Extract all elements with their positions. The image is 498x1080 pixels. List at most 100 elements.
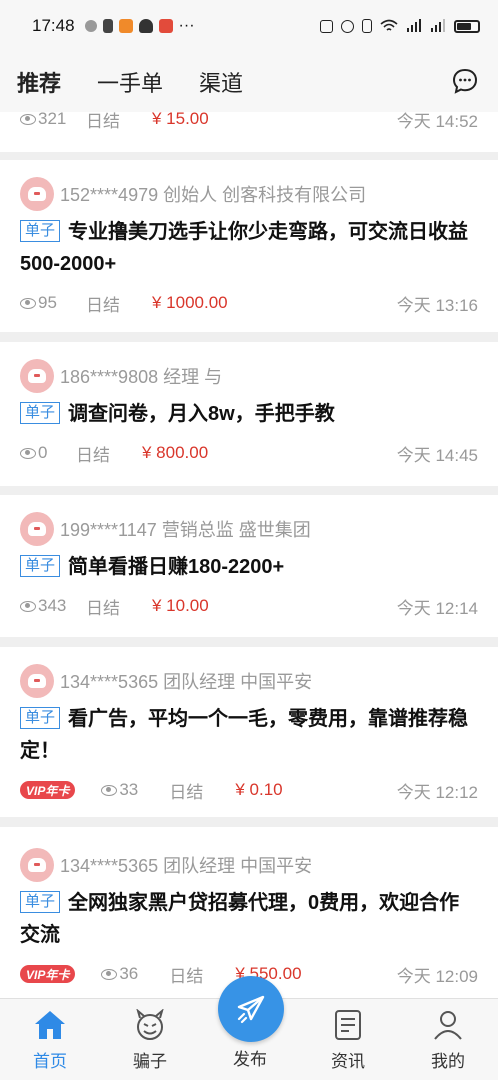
settle-type: 日结 xyxy=(76,445,110,465)
profile-icon xyxy=(434,1011,462,1040)
news-icon xyxy=(335,1010,361,1040)
price: ¥ 10.00 xyxy=(152,596,209,615)
devil-icon xyxy=(136,1009,164,1040)
nav-scammer[interactable]: 骗子 xyxy=(110,1009,190,1072)
post-author-row: 199****1147 营销总监 盛世集团 xyxy=(20,512,478,546)
qq-icon xyxy=(138,19,153,33)
avatar xyxy=(20,848,54,882)
publish-button[interactable] xyxy=(218,976,284,1042)
vip-badge: VIP年卡 xyxy=(20,965,76,983)
eye-icon xyxy=(20,600,36,612)
nav-label: 首页 xyxy=(33,1052,67,1071)
nav-news[interactable]: 资讯 xyxy=(308,1009,388,1072)
price: ¥ 0.10 xyxy=(235,780,283,799)
eye-icon xyxy=(20,113,36,125)
vibrate-icon xyxy=(362,19,372,33)
app2-icon xyxy=(158,19,173,33)
post-title: 单子 看广告，平均一个一毛，零费用，靠谱推荐稳定！ xyxy=(20,707,469,762)
view-count: 95 xyxy=(20,293,86,313)
price: ¥ 15.00 xyxy=(152,112,209,128)
tab-first-hand[interactable]: 一手单 xyxy=(97,58,163,106)
post-card[interactable]: 199****1147 营销总监 盛世集团 单子 简单看播日赚180-2200+ … xyxy=(0,495,498,637)
type-tag: 单子 xyxy=(20,220,61,242)
download-icon xyxy=(102,19,113,33)
avatar xyxy=(20,512,54,546)
post-card[interactable]: 134****5365 团队经理 中国平安 单子 看广告，平均一个一毛，零费用，靠… xyxy=(0,647,498,817)
nav-label: 骗子 xyxy=(133,1052,167,1071)
type-tag: 单子 xyxy=(20,555,61,577)
post-stats: 321 日结 ¥ 15.00 今天 14:52 xyxy=(20,112,478,134)
author-info: 134****5365 团队经理 中国平安 xyxy=(60,856,313,876)
eye-icon xyxy=(101,784,118,796)
post-card[interactable]: 186****9808 经理 与 单子 调查问卷，月入8w，手把手教 0 日结 ¥… xyxy=(0,342,498,486)
post-time: 今天 12:12 xyxy=(396,782,478,802)
view-count: 33 xyxy=(101,780,169,800)
tab-recommend[interactable]: 推荐 xyxy=(4,58,74,115)
post-stats: 95 日结 ¥ 1000.00 今天 13:16 xyxy=(20,288,478,318)
type-tag: 单子 xyxy=(20,891,61,913)
nav-label: 资讯 xyxy=(331,1052,365,1071)
nav-mine[interactable]: 我的 xyxy=(408,1009,488,1072)
post-title: 单子 专业撸美刀选手让你少走弯路，可交流日收益500-2000+ xyxy=(20,220,469,275)
price: ¥ 1000.00 xyxy=(152,293,228,312)
status-bar: 17:48 ··· xyxy=(0,0,498,52)
view-count: 0 xyxy=(20,443,76,463)
post-time: 今天 12:09 xyxy=(396,966,478,986)
post-stats: 0 日结 ¥ 800.00 今天 14:45 xyxy=(20,438,478,468)
avatar xyxy=(20,177,54,211)
post-stats: 343 日结 ¥ 10.00 今天 12:14 xyxy=(20,591,478,621)
signal-icon xyxy=(407,19,421,32)
settle-type: 日结 xyxy=(169,966,204,986)
eye-icon xyxy=(20,297,36,309)
send-icon xyxy=(237,995,265,1024)
post-author-row: 134****5365 团队经理 中国平安 xyxy=(20,664,478,698)
author-info: 134****5365 团队经理 中国平安 xyxy=(60,672,313,692)
post-author-row: 134****5365 团队经理 中国平安 xyxy=(20,848,478,882)
nfc-icon xyxy=(320,19,333,33)
post-author-row: 186****9808 经理 与 xyxy=(20,359,478,393)
post-time: 今天 14:45 xyxy=(396,445,478,465)
post-card[interactable]: 134****5365 团队经理 中国平安 单子 全网独家黑户贷招募代理，0费用，… xyxy=(0,827,498,998)
settle-type: 日结 xyxy=(86,598,120,618)
post-author-row: 152****4979 创始人 创客科技有限公司 xyxy=(20,177,478,211)
app-icon xyxy=(118,19,133,33)
nav-label: 发布 xyxy=(233,1050,267,1069)
post-title: 单子 简单看播日赚180-2200+ xyxy=(20,551,478,583)
post-feed: 321 日结 ¥ 15.00 今天 14:52 152****4979 创始人 … xyxy=(0,112,498,998)
post-time: 今天 14:52 xyxy=(396,112,478,131)
price: ¥ 800.00 xyxy=(142,443,209,462)
view-count: 36 xyxy=(101,964,169,984)
battery-icon xyxy=(454,19,480,33)
eye-icon xyxy=(101,968,118,980)
post-card-partial[interactable]: 321 日结 ¥ 15.00 今天 14:52 xyxy=(0,112,498,152)
author-info: 186****9808 经理 与 xyxy=(60,367,223,387)
post-time: 今天 12:14 xyxy=(396,598,478,618)
settle-type: 日结 xyxy=(86,295,120,315)
type-tag: 单子 xyxy=(20,402,61,424)
signal2-icon xyxy=(431,19,445,32)
nav-publish[interactable]: 发布 xyxy=(210,1039,290,1070)
settle-type: 日结 xyxy=(169,782,204,802)
author-info: 199****1147 营销总监 盛世集团 xyxy=(60,520,311,540)
home-icon xyxy=(35,1011,65,1039)
tab-channel[interactable]: 渠道 xyxy=(199,58,243,106)
nav-home[interactable]: 首页 xyxy=(10,1009,90,1072)
post-title: 单子 调查问卷，月入8w，手把手教 xyxy=(20,398,478,430)
view-count: 321 xyxy=(20,112,86,129)
top-tabs: 推荐 一手单 渠道 xyxy=(0,52,498,115)
message-icon[interactable] xyxy=(452,68,478,94)
post-time: 今天 13:16 xyxy=(396,295,478,315)
nav-label: 我的 xyxy=(431,1052,465,1071)
status-time: 17:48 xyxy=(32,16,75,35)
view-count: 343 xyxy=(20,596,86,616)
alarm-icon xyxy=(341,19,354,33)
system-icons xyxy=(320,19,480,33)
eye-icon xyxy=(20,447,36,459)
avatar xyxy=(20,359,54,393)
type-tag: 单子 xyxy=(20,707,61,729)
post-stats: VIP年卡 33 日结 ¥ 0.10 今天 12:12 xyxy=(20,775,478,805)
settle-type: 日结 xyxy=(86,112,120,131)
avatar xyxy=(20,664,54,698)
vip-badge: VIP年卡 xyxy=(20,781,76,799)
post-card[interactable]: 152****4979 创始人 创客科技有限公司 单子 专业撸美刀选手让你少走弯路… xyxy=(0,160,498,332)
